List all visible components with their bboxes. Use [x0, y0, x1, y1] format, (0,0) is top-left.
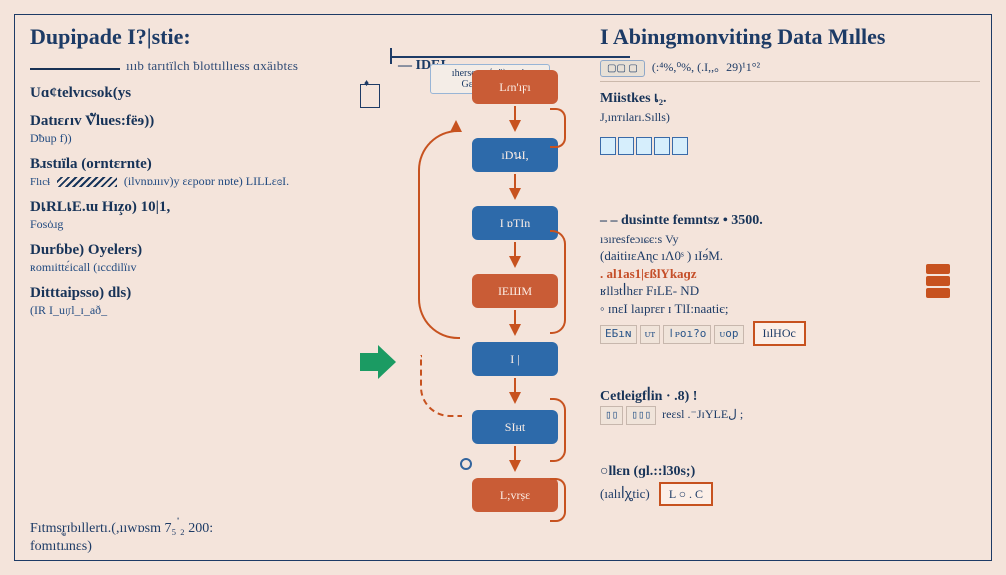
flow-node-4: I |: [472, 342, 558, 376]
code-box: IılHOc: [753, 321, 806, 345]
feedback-loop: [418, 130, 460, 339]
left-item-4: Durɓbe) Oyelers) ʀomıittɛ́icall (ıccdilï…: [30, 241, 380, 276]
arrow-down-icon: [509, 256, 521, 268]
left-item-2: Bɹstıïla (orntɛrnte) Flıcɬ (ilvnɒɹııv)y …: [30, 155, 380, 190]
arrow-down-icon: [509, 188, 521, 200]
center-flow: Lɾn'ıϝı ıDนI, I ɒTIn IEШM I | SIнt L;vrṣɛ: [440, 70, 590, 520]
left-subtitle: ıııb tarıtïlch ƀlottıllıess ɑxäıbtɛs: [30, 56, 380, 74]
flow-node-3: IEШM: [472, 274, 558, 308]
right-top-expr: ▢▢ ▢ (:⁴%,⁰%, (.I,,。29)¹1°²: [600, 58, 980, 77]
flow-node-2: I ɒTIn: [472, 206, 558, 240]
arrow-down-icon: [509, 324, 521, 336]
right-block1: – – dusintte femntsz • 3500. ıɜıresfeɔıɕ…: [600, 212, 980, 345]
right-title: I Abinıgmonviting Data Mılles: [600, 24, 980, 50]
green-arrow-icon: [360, 345, 400, 379]
code-chip: ӏᴘoı?o: [663, 325, 711, 344]
code-chip: ЕБıɴ: [600, 325, 637, 344]
feedback-arrowhead-icon: [450, 120, 462, 132]
left-item-1: Datıɛɾıv Vัlues:fëɘ)) Dƀup f)): [30, 112, 380, 147]
left-title: Dupipade I?|stie:: [30, 24, 380, 50]
flow-node-6: L;vrṣɛ: [472, 478, 558, 512]
right-divider: [600, 81, 980, 82]
mistakes-head: Miistkes เ₂. J,ınтıları.Sılls): [600, 90, 980, 125]
bracket-3: [550, 398, 566, 462]
right-block2: Cetleigfꟾin · .8) ! ▯▯▯▯▯ reɛsl .⁻JɪYLEﻝ…: [600, 388, 980, 426]
code-chip: ᴜᴛ: [640, 325, 661, 344]
left-item-5: Ditttaipsso) dls) (IR I_uரl_ɪ_að_: [30, 284, 380, 319]
bracket-2: [550, 230, 566, 334]
arrow-down-icon: [509, 460, 521, 472]
right-column: I Abinıgmonviting Data Mılles ▢▢ ▢ (:⁴%,…: [600, 24, 980, 512]
header-tick: [390, 48, 392, 64]
bracket-4: [550, 478, 566, 522]
footer-text: Fıtmsrูɪbıllertı.(,ııwɒsm 7₅ ่₂ 200: fom…: [30, 517, 213, 555]
arrow-down-icon: [509, 120, 521, 132]
right-block3: ○llɛn (ɡl.::l30s;) (ıalıꟾꭔtic) L ○ . C: [600, 463, 980, 506]
flow-node-5: SIнt: [472, 410, 558, 444]
flow-node-0: Lɾn'ıϝı: [472, 70, 558, 104]
left-item-0: Uɑ¢telvıcsok(ys ♦: [30, 84, 380, 104]
left-item-3: DเRLเE.ɯ Hız̧o) 10|1, Fosȯɹg: [30, 198, 380, 233]
arrow-down-icon: [509, 392, 521, 404]
code-chip: ᴜoр: [714, 325, 743, 344]
bracket-1: [550, 108, 566, 148]
flow-node-1: ıDนI,: [472, 138, 558, 172]
right-bars-icon: [600, 137, 690, 160]
orange-tabs-icon: [926, 262, 950, 300]
chip-icon: ▢▢ ▢: [600, 60, 645, 77]
left-column: Dupipade I?|stie: ıııb tarıtïlch ƀlottıl…: [30, 24, 380, 327]
